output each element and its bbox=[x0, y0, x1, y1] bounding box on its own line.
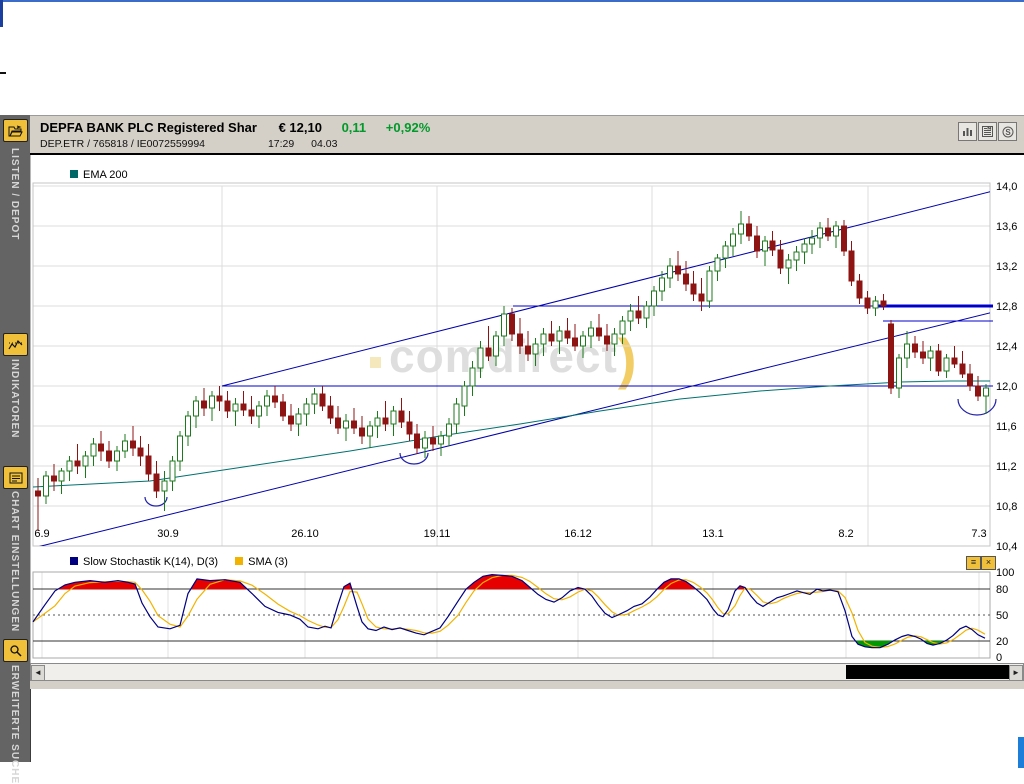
chart-area bbox=[30, 155, 1024, 663]
window-bottom-strip bbox=[30, 681, 1024, 689]
stray-dash bbox=[0, 72, 6, 74]
stoch-settings-button[interactable]: ≡ bbox=[966, 556, 981, 570]
search-icon[interactable] bbox=[3, 639, 28, 662]
quote-time: 17:29 bbox=[268, 138, 294, 150]
price-change-percent: +0,92% bbox=[386, 120, 430, 135]
time-scrollbar[interactable]: ◄ ► bbox=[30, 663, 1024, 681]
sidebar-item-indikatoren[interactable]: INDIKATOREN bbox=[9, 359, 20, 439]
scrollbar-thumb[interactable] bbox=[846, 665, 1009, 679]
quote-date: 04.03 bbox=[311, 138, 337, 150]
sidebar-item-erweiterte-suche[interactable]: ERWEITERTE SUCHE bbox=[9, 665, 20, 784]
indicators-icon[interactable] bbox=[3, 333, 28, 356]
watermark-bracket: ) bbox=[618, 327, 638, 390]
top-blue-line bbox=[0, 0, 1024, 2]
sidebar-item-listen-depot[interactable]: LISTEN / DEPOT bbox=[9, 148, 20, 240]
instrument-codes: DEP.ETR / 765818 / IE0072559994 bbox=[40, 138, 205, 150]
ema-legend-swatch bbox=[70, 170, 78, 178]
watermark-square bbox=[370, 357, 381, 368]
stoch-sma-swatch bbox=[235, 557, 243, 565]
stoch-close-button[interactable]: × bbox=[981, 556, 996, 570]
folder-icon[interactable] bbox=[3, 119, 28, 142]
instrument-header: DEPFA BANK PLC Registered Shar € 12,10 0… bbox=[30, 115, 1024, 155]
svg-text:S: S bbox=[1005, 128, 1011, 137]
left-toolbar: LISTEN / DEPOT INDIKATOREN CHART EINSTEL… bbox=[0, 115, 31, 762]
comdirect-watermark: comdirect) bbox=[370, 326, 638, 391]
instrument-price: € 12,10 bbox=[279, 120, 322, 135]
instrument-subtitle: DEP.ETR / 765818 / IE0072559994 17:29 04… bbox=[40, 138, 337, 150]
news-icon[interactable] bbox=[978, 122, 997, 141]
bottom-right-blue-bar bbox=[1018, 737, 1024, 768]
instrument-title: DEPFA BANK PLC Registered Shar bbox=[40, 120, 257, 135]
stochastic-legend: Slow Stochastik K(14), D(3) SMA (3) bbox=[70, 556, 288, 568]
bar-chart-icon[interactable] bbox=[958, 122, 977, 141]
scroll-left-arrow[interactable]: ◄ bbox=[31, 665, 45, 681]
title-row: DEPFA BANK PLC Registered Shar € 12,10 0… bbox=[40, 120, 430, 135]
quote-s-icon[interactable]: S bbox=[998, 122, 1017, 141]
chart-settings-icon[interactable] bbox=[3, 466, 28, 489]
stoch-k-swatch bbox=[70, 557, 78, 565]
sidebar-item-chart-einstellungen[interactable]: CHART EINSTELLUNGEN bbox=[9, 491, 20, 632]
price-change: 0,11 bbox=[342, 120, 367, 135]
ema-legend: EMA 200 bbox=[70, 169, 128, 181]
top-left-tick bbox=[0, 0, 3, 27]
scroll-right-arrow[interactable]: ► bbox=[1009, 665, 1023, 681]
